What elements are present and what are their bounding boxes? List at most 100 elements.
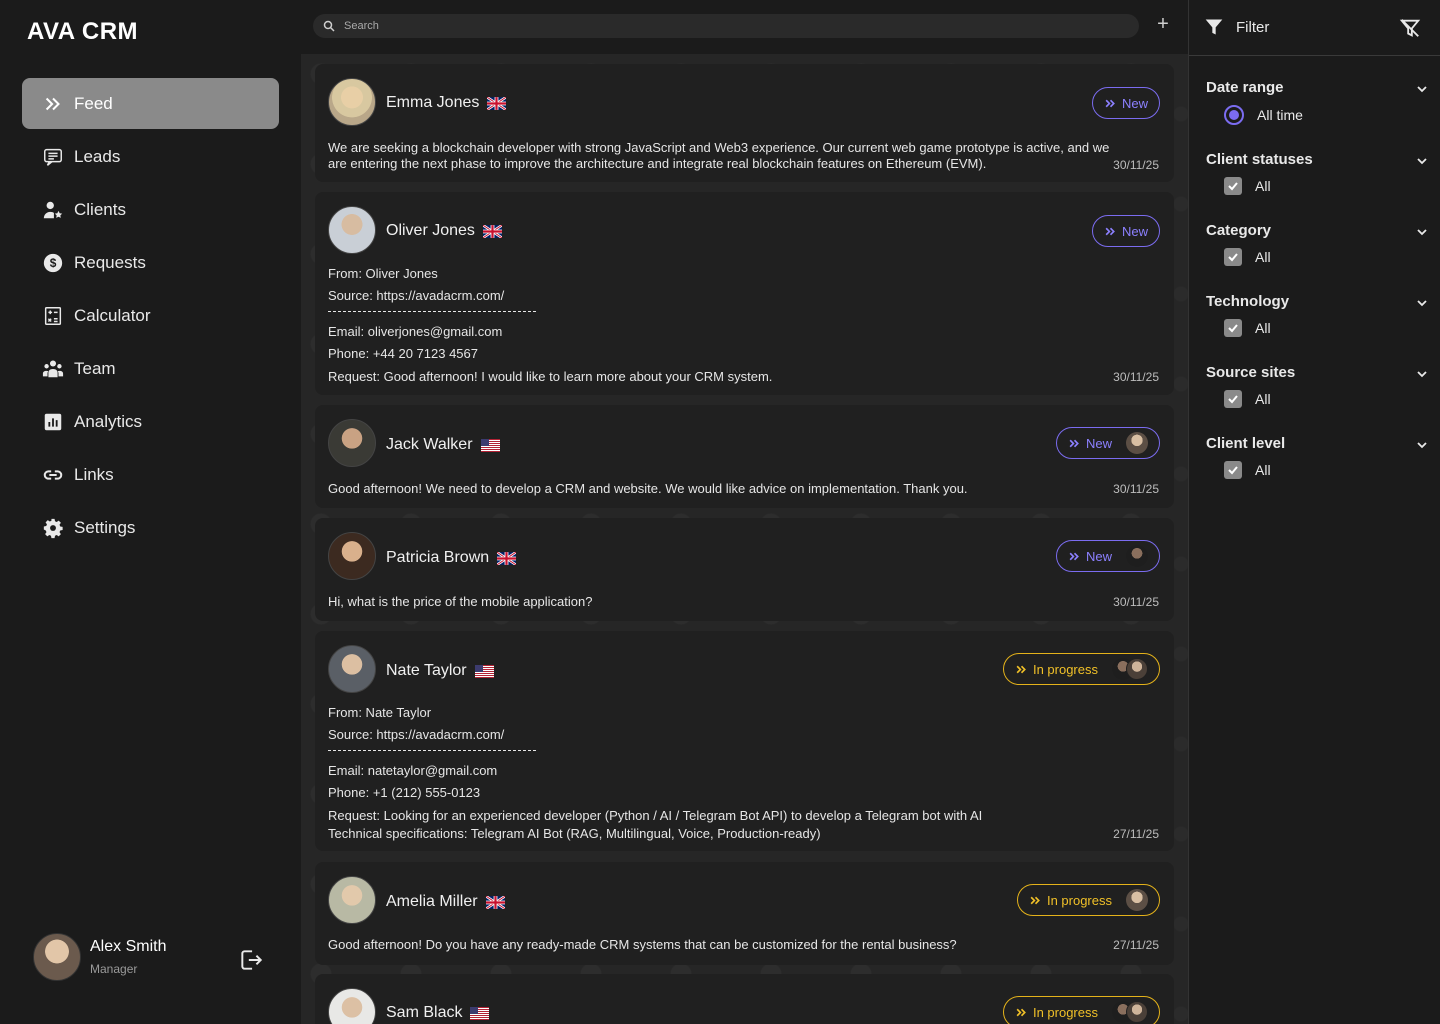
- email-line: Email: natetaylor@gmail.com: [328, 763, 498, 778]
- client-name-row: Nate Taylor: [386, 662, 494, 680]
- feed-card[interactable]: Nate Taylor In progress From: Nate Taylo…: [315, 631, 1174, 851]
- feed-card[interactable]: Jack Walker New Good afternoon! We need …: [315, 405, 1174, 508]
- divider: [328, 750, 536, 751]
- checkbox[interactable]: [1224, 319, 1242, 337]
- filter-group-date-range[interactable]: Date range All time: [1206, 79, 1428, 129]
- from-line: From: Nate Taylor: [328, 705, 432, 720]
- checkbox[interactable]: [1224, 390, 1242, 408]
- add-button[interactable]: +: [1154, 14, 1172, 34]
- nav-item-requests[interactable]: $ Requests: [22, 237, 279, 288]
- status-badge[interactable]: New: [1091, 215, 1160, 247]
- nav-item-calculator[interactable]: Calculator: [22, 290, 279, 341]
- checkbox[interactable]: [1224, 177, 1242, 195]
- search-input[interactable]: Search: [313, 14, 1139, 38]
- user-profile[interactable]: Alex Smith Manager: [33, 933, 273, 981]
- filter-option[interactable]: All time: [1224, 105, 1303, 125]
- filter-group-source-sites[interactable]: Source sites All: [1206, 364, 1428, 414]
- chevron-down-icon[interactable]: [1416, 368, 1428, 380]
- date-label: 27/11/25: [1113, 938, 1159, 952]
- avatar: [328, 206, 376, 254]
- filter-header: Filter: [1189, 0, 1440, 56]
- nav-label: Clients: [74, 199, 126, 219]
- chevrons-right-icon: [1016, 665, 1026, 673]
- filter-option[interactable]: All: [1224, 177, 1271, 195]
- status-badge[interactable]: In progress: [1002, 653, 1160, 685]
- message-text: We are seeking a blockchain developer wi…: [328, 140, 1110, 171]
- status-badge[interactable]: New: [1091, 87, 1160, 119]
- clear-filter-icon[interactable]: [1399, 17, 1421, 39]
- filter-option[interactable]: All: [1224, 319, 1271, 337]
- message-text: Hi, what is the price of the mobile appl…: [328, 594, 593, 609]
- filter-option[interactable]: All: [1224, 248, 1271, 266]
- status-label: New: [1085, 548, 1112, 564]
- uk-flag-icon: [487, 96, 507, 110]
- phone-line: Phone: +1 (212) 555-0123: [328, 785, 481, 800]
- source-line: Source: https://avadacrm.com/: [328, 727, 505, 742]
- option-label: All: [1255, 178, 1271, 194]
- chevron-down-icon[interactable]: [1416, 83, 1428, 95]
- nav-item-feed[interactable]: Feed: [22, 78, 279, 129]
- checkbox[interactable]: [1224, 248, 1242, 266]
- search-icon: [323, 20, 335, 32]
- nav-item-analytics[interactable]: Analytics: [22, 396, 279, 447]
- request-specs-line: Technical specifications: Telegram AI Bo…: [328, 826, 821, 841]
- chevron-down-icon[interactable]: [1416, 439, 1428, 451]
- date-label: 30/11/25: [1113, 158, 1159, 172]
- filter-group-client-level[interactable]: Client level All: [1206, 435, 1428, 485]
- nav-label: Links: [74, 464, 114, 484]
- nav-item-team[interactable]: Team: [22, 343, 279, 394]
- feed-card[interactable]: Patricia Brown New Hi, what is the price…: [315, 518, 1174, 621]
- us-flag-icon: [470, 1006, 490, 1020]
- search-placeholder: Search: [344, 20, 379, 32]
- client-name: Jack Walker: [386, 436, 473, 453]
- feed-card[interactable]: Emma Jones New We are seeking a blockcha…: [315, 64, 1174, 182]
- user-role: Manager: [90, 962, 138, 976]
- status-badge[interactable]: In progress: [1002, 996, 1160, 1024]
- status-badge[interactable]: In progress: [1016, 884, 1160, 916]
- radio-button[interactable]: [1224, 105, 1244, 125]
- nav-label: Analytics: [74, 411, 143, 431]
- message-list-icon: [40, 144, 66, 170]
- filter-option[interactable]: All: [1224, 461, 1271, 479]
- avatar: [328, 419, 376, 467]
- filter-icon: [1205, 19, 1223, 35]
- avatar: [328, 876, 376, 924]
- nav-label: Leads: [74, 146, 121, 166]
- nav-item-clients[interactable]: Clients: [22, 184, 279, 235]
- feed-list: Emma Jones New We are seeking a blockcha…: [301, 54, 1188, 1024]
- us-flag-icon: [474, 664, 494, 678]
- status-label: New: [1121, 95, 1148, 111]
- checkbox[interactable]: [1224, 461, 1242, 479]
- date-label: 27/11/25: [1113, 827, 1159, 841]
- message-text: Good afternoon! We need to develop a CRM…: [328, 481, 968, 496]
- chevron-down-icon[interactable]: [1416, 155, 1428, 167]
- feed-card[interactable]: Amelia Miller In progress Good afternoon…: [315, 862, 1174, 965]
- assignee-avatar: [1126, 432, 1148, 454]
- nav-item-settings[interactable]: Settings: [22, 502, 279, 553]
- client-name-row: Amelia Miller: [386, 893, 505, 911]
- feed-card[interactable]: Sam Black In progress: [315, 974, 1174, 1024]
- date-label: 30/11/25: [1113, 482, 1159, 496]
- logout-icon[interactable]: [238, 947, 264, 973]
- nav-label: Calculator: [74, 305, 151, 325]
- filter-group-technology[interactable]: Technology All: [1206, 293, 1428, 343]
- status-badge[interactable]: New: [1055, 540, 1160, 572]
- nav-item-leads[interactable]: Leads: [22, 131, 279, 182]
- feed-card[interactable]: Oliver Jones New From: Oliver Jones Sour…: [315, 192, 1174, 395]
- filter-group-client-statuses[interactable]: Client statuses All: [1206, 151, 1428, 201]
- uk-flag-icon: [482, 224, 502, 238]
- date-label: 30/11/25: [1113, 370, 1159, 384]
- status-badge[interactable]: New: [1055, 427, 1160, 459]
- option-label: All: [1255, 249, 1271, 265]
- chevron-down-icon[interactable]: [1416, 226, 1428, 238]
- filter-group-title: Date range: [1206, 79, 1284, 96]
- nav-item-links[interactable]: Links: [22, 449, 279, 500]
- assignee-avatar: [1126, 1001, 1148, 1023]
- chevron-down-icon[interactable]: [1416, 297, 1428, 309]
- filter-group-title: Client statuses: [1206, 151, 1313, 168]
- option-label: All time: [1257, 107, 1303, 123]
- filter-panel: Filter Date range All time Client status…: [1188, 0, 1440, 1024]
- sidebar: AVA CRM Feed Leads Clients $ Requests Ca…: [0, 0, 300, 1024]
- filter-option[interactable]: All: [1224, 390, 1271, 408]
- filter-group-category[interactable]: Category All: [1206, 222, 1428, 272]
